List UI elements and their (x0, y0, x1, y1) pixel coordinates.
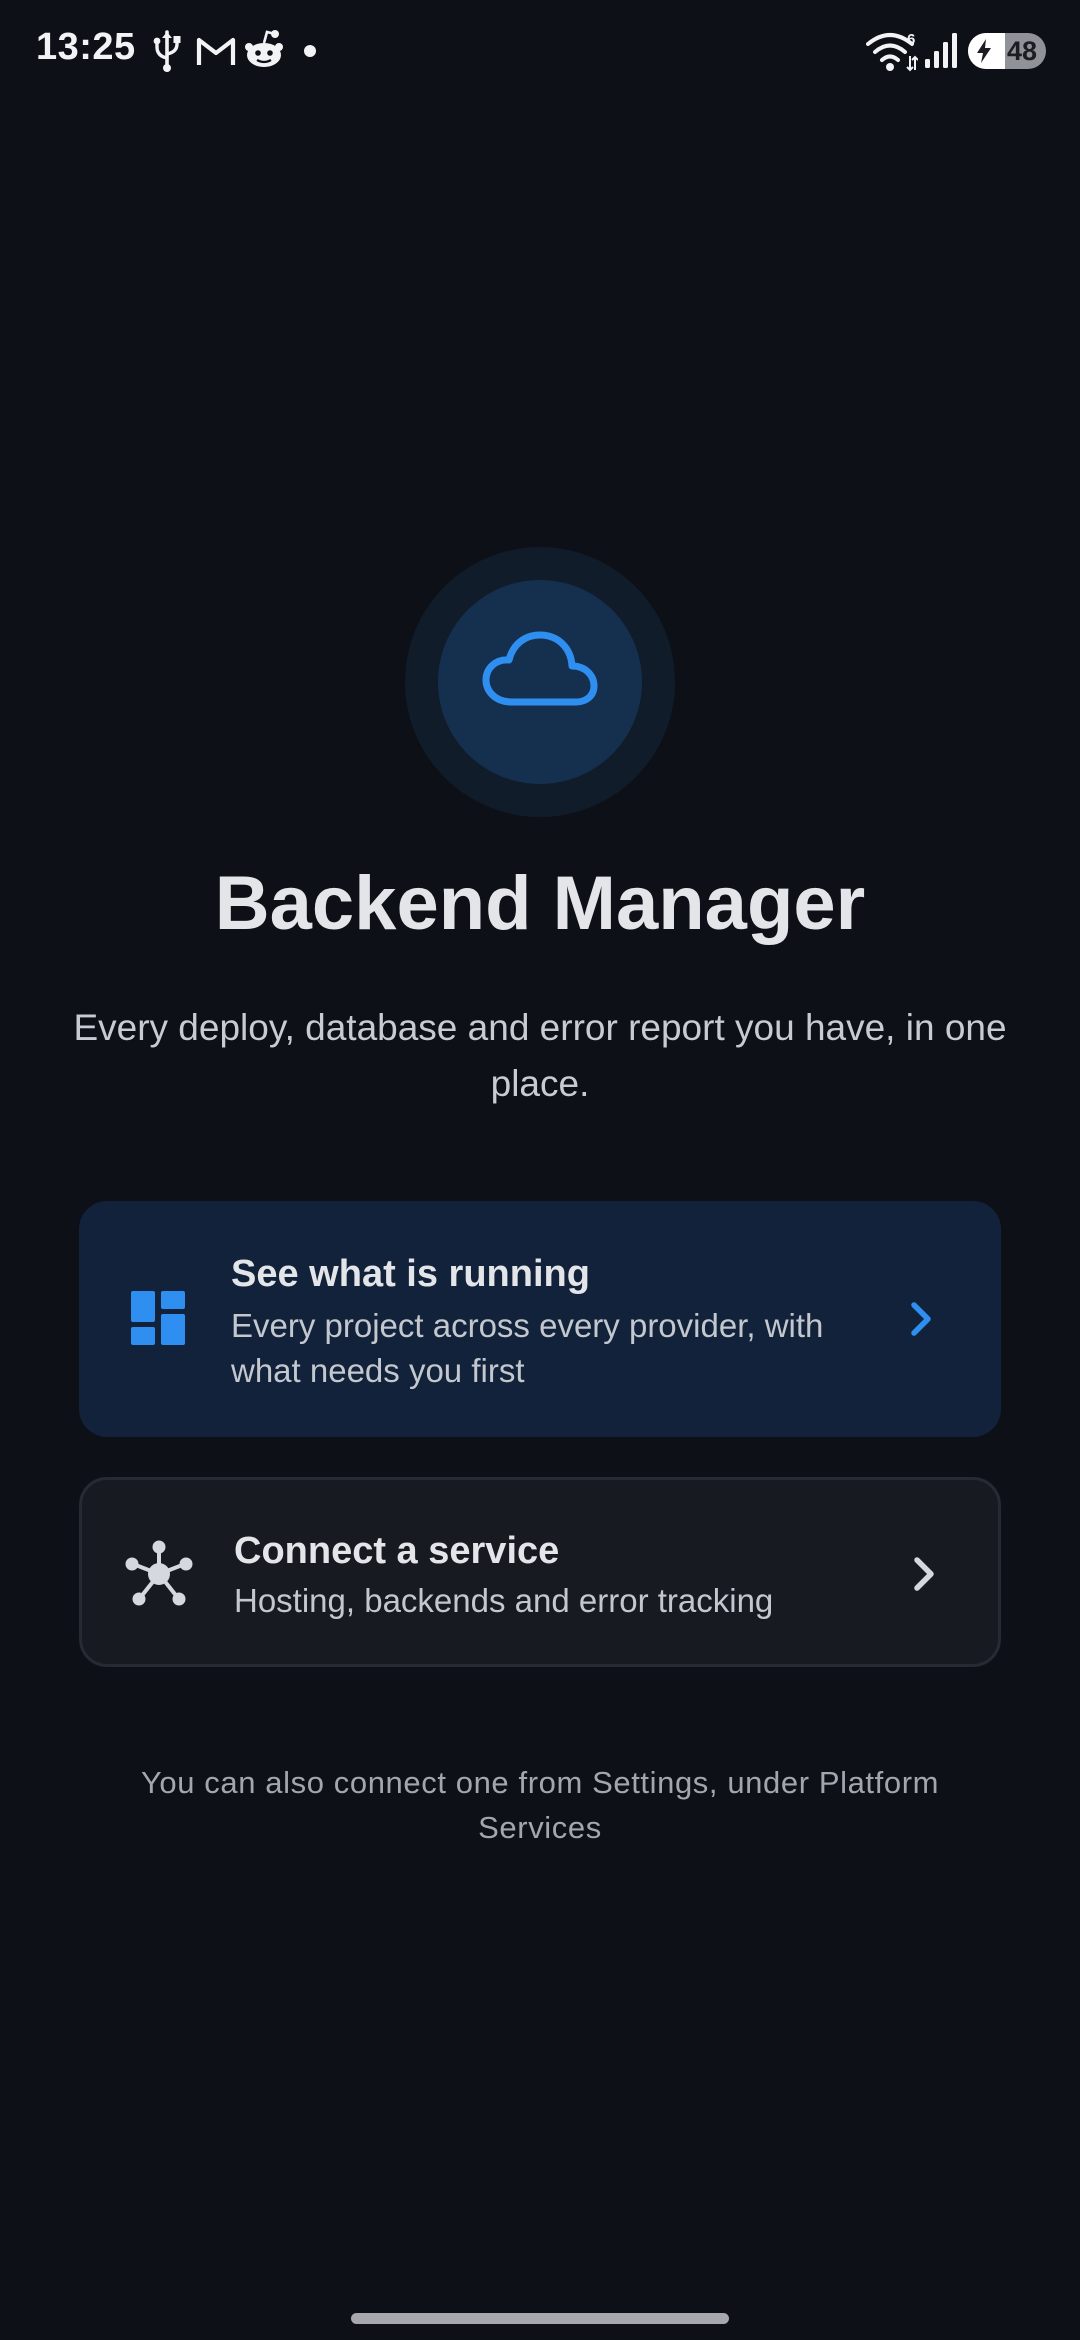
cloud-icon (482, 631, 598, 706)
dashboard-icon (131, 1291, 185, 1345)
status-bar: 13:25 6 48 (0, 0, 1080, 104)
connect-a-service-card[interactable]: Connect a service Hosting, backends and … (79, 1477, 1001, 1667)
app-logo-badge (405, 547, 675, 817)
gmail-icon (196, 37, 236, 65)
app-title: Backend Manager (214, 861, 866, 946)
charging-bolt-icon (977, 39, 991, 63)
status-time: 13:25 (36, 26, 136, 68)
signal-icon (925, 33, 957, 68)
card-description: Hosting, backends and error tracking (234, 1582, 774, 1619)
app-logo-inner (438, 580, 642, 784)
reddit-icon (245, 30, 283, 67)
chevron-right-icon (914, 1557, 934, 1591)
card-description: Every project across every provider, wit… (231, 1307, 824, 1389)
notification-dot-icon (304, 45, 316, 57)
battery-charging-icon: 48 (968, 33, 1046, 69)
hub-icon (125, 1540, 193, 1606)
battery-level: 48 (1006, 36, 1037, 66)
chevron-right-icon (911, 1302, 931, 1336)
card-title: Connect a service (234, 1530, 560, 1572)
see-what-is-running-card[interactable]: See what is running Every project across… (79, 1201, 1001, 1437)
wifi-icon: 6 (866, 31, 918, 72)
card-title: See what is running (231, 1253, 590, 1295)
usb-icon (153, 30, 181, 72)
app-subtitle: Every deploy, database and error report … (73, 1007, 1007, 1104)
settings-hint: You can also connect one from Settings, … (140, 1765, 940, 1845)
home-indicator[interactable] (351, 2313, 729, 2324)
wifi-badge: 6 (907, 31, 915, 48)
onboarding-screen: 13:25 6 48 Backend Manager Every deploy,… (0, 0, 1080, 2340)
